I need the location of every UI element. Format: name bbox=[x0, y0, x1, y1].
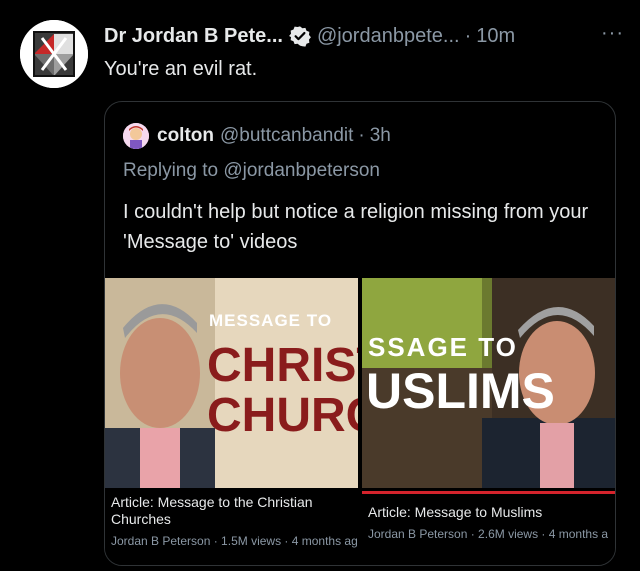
author-name[interactable]: Dr Jordan B Pete... bbox=[104, 25, 283, 48]
replying-to: Replying to @jordanbpeterson bbox=[123, 160, 380, 182]
quote-author-avatar[interactable] bbox=[123, 123, 149, 149]
video-meta: Jordan B Peterson · 2.6M views · 4 month… bbox=[368, 527, 609, 541]
tweet-text: You're an evil rat. bbox=[104, 58, 258, 80]
video-title[interactable]: Article: Message to the Christian Church… bbox=[111, 494, 358, 528]
author-avatar-image bbox=[20, 20, 88, 88]
tweet-header: Dr Jordan B Pete... @jordanbpete... · 10… bbox=[104, 20, 624, 52]
quoted-tweet[interactable]: colton @buttcanbandit · 3h Replying to @… bbox=[104, 101, 616, 566]
thumb-line1-christian: CHRISTI bbox=[207, 339, 358, 392]
author-avatar[interactable] bbox=[20, 20, 88, 88]
thumb-line1-muslims: USLIMS bbox=[366, 363, 555, 419]
quote-text: I couldn't help but notice a religion mi… bbox=[123, 201, 589, 253]
thumb-kicker-muslims: SSAGE TO bbox=[368, 332, 518, 362]
replying-prefix: Replying to bbox=[123, 160, 219, 181]
quote-separator-dot: · bbox=[358, 125, 365, 146]
caption-christian: Article: Message to the Christian Church… bbox=[111, 494, 358, 548]
author-handle[interactable]: @jordanbpete... bbox=[317, 25, 460, 48]
video-thumbnail-muslims: SSAGE TO USLIMS bbox=[362, 278, 615, 488]
thumb-line2-christian: CHURCH bbox=[207, 389, 358, 442]
video-title[interactable]: Article: Message to Muslims bbox=[368, 504, 615, 521]
quote-header: colton @buttcanbandit · 3h bbox=[123, 122, 391, 150]
video-card-muslims[interactable]: SSAGE TO USLIMS Article: Message to Musl… bbox=[362, 278, 615, 565]
quote-timestamp[interactable]: 3h bbox=[370, 125, 391, 147]
tweet-timestamp[interactable]: 10m bbox=[476, 25, 515, 48]
verified-badge-icon bbox=[289, 25, 311, 47]
video-card-christian[interactable]: MESSAGE TO CHRISTI CHURCH Article: Messa… bbox=[105, 278, 358, 565]
separator-dot: · bbox=[464, 24, 472, 47]
quote-author-name[interactable]: colton bbox=[157, 125, 214, 147]
video-meta: Jordan B Peterson · 1.5M views · 4 month… bbox=[111, 534, 358, 548]
watch-progress-bar bbox=[362, 491, 615, 494]
quote-author-handle[interactable]: @buttcanbandit bbox=[220, 125, 353, 147]
replying-mention[interactable]: @jordanbpeterson bbox=[223, 160, 380, 181]
more-icon[interactable]: ··· bbox=[601, 22, 624, 45]
video-thumbnail-christian: MESSAGE TO CHRISTI CHURCH bbox=[105, 278, 358, 488]
thumb-kicker-christian: MESSAGE TO bbox=[209, 311, 332, 330]
caption-muslims: Article: Message to Muslims Jordan B Pet… bbox=[368, 504, 615, 541]
video-cards: MESSAGE TO CHRISTI CHURCH Article: Messa… bbox=[105, 278, 615, 565]
